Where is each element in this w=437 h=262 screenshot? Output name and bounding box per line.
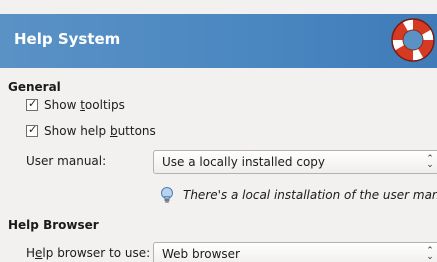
user-manual-select[interactable]: Use a locally installed copy ⌃ ⌄ xyxy=(153,150,437,174)
user-manual-value: Use a locally installed copy xyxy=(162,155,326,169)
show-help-buttons-checkbox[interactable]: Show help buttons xyxy=(26,122,156,140)
preferences-help-page: Help System General Show tooltips Show h… xyxy=(0,0,437,262)
user-manual-info: There's a local installation of the user… xyxy=(159,185,437,205)
page-title: Help System xyxy=(14,30,121,48)
label-part: H xyxy=(26,246,36,260)
label-part: Show help xyxy=(44,124,110,138)
combo-arrows-icon: ⌃ ⌄ xyxy=(426,246,434,262)
user-manual-label: User manual: xyxy=(26,154,107,168)
show-tooltips-checkbox[interactable]: Show tooltips xyxy=(26,96,125,114)
mnemonic: b xyxy=(109,124,118,138)
help-browser-label: Help browser to use: xyxy=(26,246,150,260)
lifebuoy-icon xyxy=(391,18,435,62)
info-text: There's a local installation of the user… xyxy=(183,188,437,202)
help-browser-select[interactable]: Web browser ⌃ ⌄ xyxy=(153,242,437,262)
label-part: ooltips xyxy=(84,98,125,112)
combo-arrows-icon: ⌃ ⌄ xyxy=(426,154,434,170)
header-banner: Help System xyxy=(0,14,437,68)
show-help-buttons-label: Show help buttons xyxy=(44,124,156,138)
label-part: Show xyxy=(44,98,81,112)
help-browser-heading: Help Browser xyxy=(8,218,99,232)
label-part: uttons xyxy=(117,124,156,138)
lightbulb-icon xyxy=(161,187,173,203)
label-part: lp browser to use: xyxy=(42,246,151,260)
help-browser-value: Web browser xyxy=(162,247,240,261)
checkbox-checked-icon[interactable] xyxy=(26,97,38,111)
checkbox-checked-icon[interactable] xyxy=(26,123,38,137)
show-tooltips-label: Show tooltips xyxy=(44,98,125,112)
header: Help System xyxy=(0,0,437,80)
general-heading: General xyxy=(8,80,61,94)
